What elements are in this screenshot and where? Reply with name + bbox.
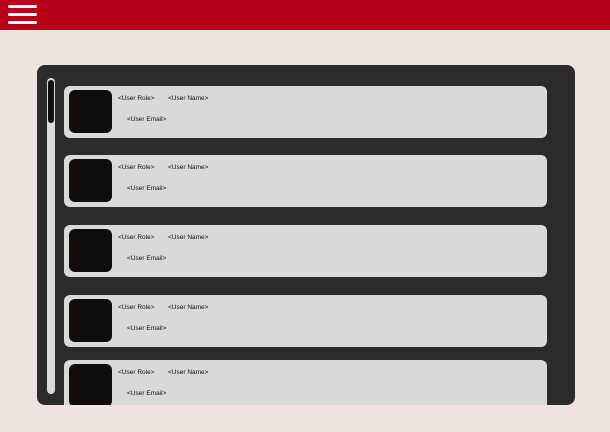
user-name: <User Name> [168,234,209,241]
user-name: <User Name> [168,304,209,311]
scrollbar[interactable] [47,78,55,394]
menu-line [8,5,37,8]
user-email: <User Email> [127,185,167,192]
top-bar [0,0,610,30]
avatar [69,229,112,272]
user-role: <User Role> [118,304,155,311]
user-role: <User Role> [118,234,155,241]
scrollbar-thumb[interactable] [48,80,54,123]
user-card[interactable]: <User Role> <User Name> <User Email> [64,155,547,207]
user-card[interactable]: <User Role> <User Name> <User Email> [64,295,547,347]
user-role: <User Role> [118,95,155,102]
user-role: <User Role> [118,164,155,171]
user-email: <User Email> [127,116,167,123]
user-email: <User Email> [127,390,167,397]
user-card[interactable]: <User Role> <User Name> <User Email> [64,86,547,138]
menu-line [8,21,37,24]
avatar [69,364,112,405]
user-name: <User Name> [168,164,209,171]
user-card[interactable]: <User Role> <User Name> <User Email> [64,360,547,405]
user-list-panel: <User Role> <User Name> <User Email> <Us… [37,65,575,405]
user-role: <User Role> [118,369,155,376]
user-email: <User Email> [127,255,167,262]
hamburger-menu-icon[interactable] [6,3,40,27]
user-email: <User Email> [127,325,167,332]
avatar [69,90,112,133]
user-card[interactable]: <User Role> <User Name> <User Email> [64,225,547,277]
avatar [69,299,112,342]
menu-line [8,13,37,16]
avatar [69,159,112,202]
user-name: <User Name> [168,95,209,102]
user-name: <User Name> [168,369,209,376]
